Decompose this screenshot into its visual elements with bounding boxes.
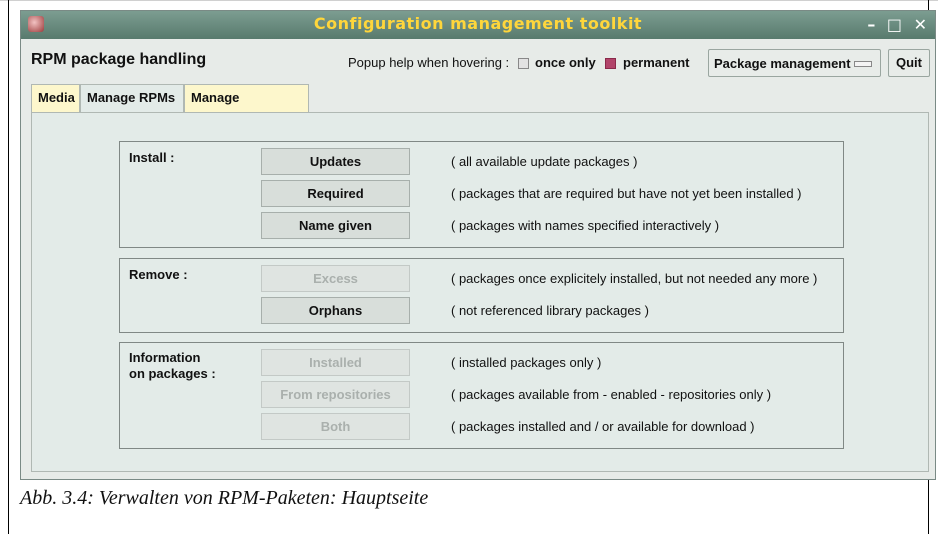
- package-management-select[interactable]: Package management: [708, 49, 881, 77]
- tab-media[interactable]: Media: [31, 84, 80, 112]
- information-label-line2: on packages :: [129, 366, 216, 381]
- installed-description: ( installed packages only ): [451, 355, 602, 370]
- excess-description: ( packages once explicitely installed, b…: [451, 271, 818, 286]
- permanent-checkbox[interactable]: [605, 58, 616, 69]
- page-left-rule: [8, 0, 9, 534]
- maximize-icon[interactable]: □: [887, 15, 902, 34]
- tab-manage-programs[interactable]: Manage programs: [184, 84, 309, 131]
- installed-button[interactable]: Installed: [261, 349, 410, 376]
- from-repositories-button[interactable]: From repositories: [261, 381, 410, 408]
- updates-description: ( all available update packages ): [451, 154, 638, 169]
- excess-button[interactable]: Excess: [261, 265, 410, 292]
- required-description: ( packages that are required but have no…: [451, 186, 802, 201]
- both-button[interactable]: Both: [261, 413, 410, 440]
- app-window: Configuration management toolkit – □ ✕ R…: [20, 10, 936, 480]
- page-top-rule: [0, 0, 938, 1]
- page-title: RPM package handling: [31, 51, 207, 68]
- from-repositories-description: ( packages available from - enabled - re…: [451, 387, 772, 402]
- orphans-description: ( not referenced library packages ): [451, 303, 649, 318]
- permanent-label[interactable]: permanent: [623, 55, 689, 70]
- minimize-icon[interactable]: –: [867, 15, 875, 34]
- install-group: Install : Updates ( all available update…: [119, 141, 844, 248]
- both-description: ( packages installed and / or available …: [451, 419, 755, 434]
- quit-button[interactable]: Quit: [888, 49, 930, 77]
- remove-group-label: Remove :: [129, 267, 188, 282]
- required-button[interactable]: Required: [261, 180, 410, 207]
- information-label-line1: Information: [129, 350, 201, 365]
- package-select-label: Package management: [714, 56, 851, 71]
- figure-caption: Abb. 3.4: Verwalten von RPM-Paketen: Hau…: [20, 487, 429, 509]
- manage-rpms-panel: Install : Updates ( all available update…: [31, 112, 929, 472]
- close-icon[interactable]: ✕: [914, 15, 927, 34]
- once-only-label[interactable]: once only: [535, 55, 596, 70]
- popup-help-label: Popup help when hovering :: [348, 55, 510, 70]
- orphans-button[interactable]: Orphans: [261, 297, 410, 324]
- tab-manage-rpms[interactable]: Manage RPMs: [80, 84, 184, 113]
- window-controls: – □ ✕: [861, 15, 927, 34]
- option-menu-indicator-icon: [854, 61, 872, 67]
- install-group-label: Install :: [129, 150, 175, 165]
- information-group: Information on packages : Installed ( in…: [119, 342, 844, 449]
- remove-group: Remove : Excess ( packages once explicit…: [119, 258, 844, 333]
- window-title: Configuration management toolkit: [313, 14, 643, 33]
- information-group-label: Information on packages :: [129, 350, 216, 382]
- title-bar[interactable]: Configuration management toolkit – □ ✕: [21, 11, 935, 39]
- name-given-description: ( packages with names specified interact…: [451, 218, 720, 233]
- updates-button[interactable]: Updates: [261, 148, 410, 175]
- name-given-button[interactable]: Name given: [261, 212, 410, 239]
- once-only-checkbox[interactable]: [518, 58, 529, 69]
